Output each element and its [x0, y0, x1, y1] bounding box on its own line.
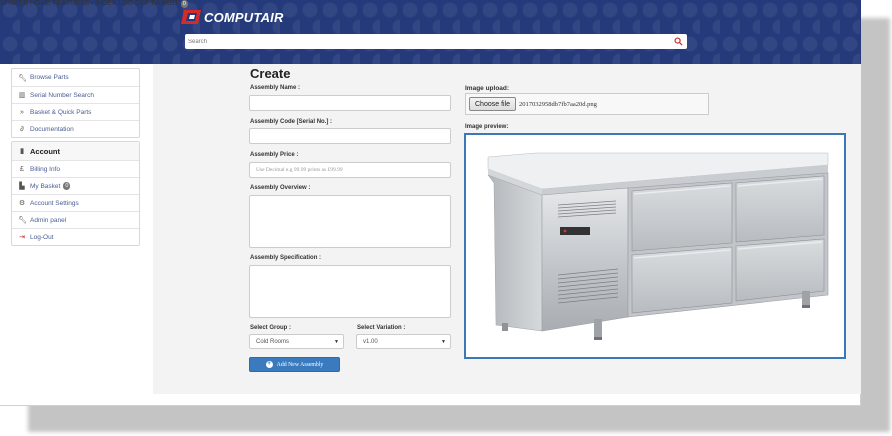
- browser-page: COMPUTAIR SPARES HOME FEATURES▾ INDEX LO…: [0, 0, 861, 406]
- dropdown-arrow-icon: ▼: [334, 338, 339, 345]
- assembly-name-input[interactable]: [249, 95, 451, 111]
- sidebar-account-heading: ▮ Account: [12, 142, 139, 160]
- select-group-label: Select Group :: [250, 325, 292, 331]
- choose-file-button[interactable]: Choose file: [469, 97, 517, 111]
- page-title: Create: [250, 66, 291, 81]
- fast-forward-icon: »: [20, 108, 24, 116]
- assembly-specification-label: Assembly Specification :: [250, 255, 322, 261]
- paperclip-icon: ∂: [20, 125, 24, 133]
- basket-count-badge: 0: [180, 0, 188, 8]
- logout-icon: ⇥: [19, 234, 25, 241]
- wrench-icon: 🔧︎: [18, 217, 27, 224]
- nav-log-off[interactable]: LOG OFF: [118, 0, 149, 7]
- image-upload-control: Choose file 2017032958db7fb7aa20d.png: [465, 93, 709, 115]
- sidebar: 🔧︎ Browse Parts ▥ Serial Number Search »…: [11, 68, 140, 249]
- nav-features[interactable]: FEATURES▾: [53, 0, 93, 7]
- image-preview-label: Image preview:: [465, 124, 509, 130]
- barcode-icon: ▥: [18, 92, 26, 99]
- refrigerated-counter-image: [487, 152, 829, 340]
- gear-icon: ⚙: [18, 200, 26, 207]
- caret-down-icon: ▾: [90, 1, 94, 7]
- selected-file-name: 2017032958db7fb7aa20d.png: [519, 100, 597, 108]
- search-input[interactable]: [185, 34, 665, 49]
- pound-icon: £: [20, 165, 24, 173]
- site-header: COMPUTAIR SPARES HOME FEATURES▾ INDEX LO…: [0, 0, 861, 64]
- sidebar-item-documentation[interactable]: ∂ Documentation: [12, 120, 139, 137]
- sidebar-item-serial-number-search[interactable]: ▥ Serial Number Search: [12, 86, 139, 103]
- assembly-code-label: Assembly Code [Serial No.] :: [250, 119, 333, 125]
- assembly-price-input[interactable]: Use Decimal e.g 99.99 prints as £99.99: [249, 162, 451, 178]
- assembly-overview-textarea[interactable]: [249, 195, 451, 248]
- wrench-icon: 🔧︎: [18, 74, 27, 82]
- assembly-code-input[interactable]: [249, 128, 451, 144]
- group-select[interactable]: Cold Rooms ▼: [249, 334, 344, 349]
- sidebar-item-account-settings[interactable]: ⚙ Account Settings: [12, 194, 139, 211]
- basket-badge: 0: [63, 182, 71, 190]
- sidebar-item-log-out[interactable]: ⇥ Log-Out: [12, 228, 139, 245]
- search-bar: [185, 34, 687, 49]
- assembly-price-label: Assembly Price :: [250, 152, 299, 158]
- nav-spares-home[interactable]: SPARES HOME: [0, 0, 51, 7]
- search-icon[interactable]: [674, 37, 683, 46]
- sidebar-item-basket-quick-parts[interactable]: » Basket & Quick Parts: [12, 103, 139, 120]
- document-icon: ▮: [20, 148, 24, 155]
- sidebar-links: 🔧︎ Browse Parts ▥ Serial Number Search »…: [11, 68, 140, 138]
- plus-circle-icon: +: [265, 361, 273, 368]
- sidebar-item-my-basket[interactable]: ▙ My Basket 0: [12, 177, 139, 194]
- nav-index[interactable]: INDEX: [95, 0, 116, 7]
- sidebar-item-browse-parts[interactable]: 🔧︎ Browse Parts: [12, 69, 139, 86]
- logo-text: COMPUTAIR: [204, 9, 284, 25]
- add-new-assembly-button[interactable]: + Add New Assembly: [249, 357, 340, 372]
- cart-icon: ▙: [19, 183, 25, 190]
- sidebar-item-billing-info[interactable]: £ Billing Info: [12, 160, 139, 177]
- nav-basket[interactable]: BASKET 0: [151, 0, 188, 8]
- assembly-overview-label: Assembly Overview :: [250, 185, 311, 191]
- image-upload-label: Image upload:: [465, 85, 510, 92]
- assembly-name-label: Assembly Name :: [250, 85, 301, 91]
- variation-select[interactable]: v1.00 ▼: [356, 334, 451, 349]
- image-preview: [464, 133, 846, 359]
- select-variation-label: Select Variation :: [357, 325, 406, 331]
- assembly-specification-textarea[interactable]: [249, 265, 451, 318]
- sidebar-account: ▮ Account £ Billing Info ▙ My Basket 0 ⚙…: [11, 141, 140, 246]
- computair-logo-icon: [180, 9, 202, 25]
- sidebar-item-admin-panel[interactable]: 🔧︎ Admin panel: [12, 211, 139, 228]
- site-logo[interactable]: COMPUTAIR: [180, 8, 284, 26]
- dropdown-arrow-icon: ▼: [441, 338, 446, 345]
